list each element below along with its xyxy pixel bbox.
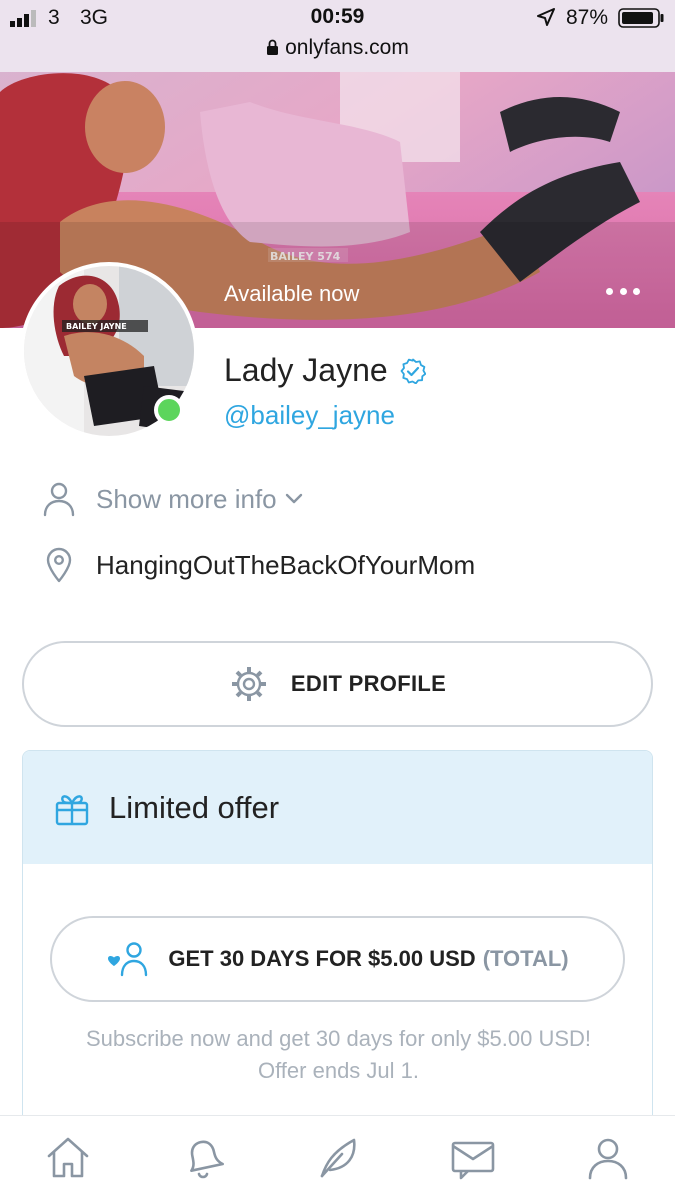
nav-profile[interactable]: [580, 1130, 636, 1186]
address-bar[interactable]: onlyfans.com: [0, 36, 675, 60]
lock-icon: [267, 39, 279, 55]
message-icon: [451, 1141, 494, 1180]
nav-messages[interactable]: [445, 1130, 501, 1186]
subscribe-offer-label: GET 30 DAYS FOR $5.00 USD: [168, 946, 476, 971]
subscribe-offer-button[interactable]: GET 30 DAYS FOR $5.00 USD (TOTAL): [50, 916, 625, 1002]
edit-profile-button[interactable]: EDIT PROFILE: [22, 641, 653, 727]
nav-home[interactable]: [40, 1130, 96, 1186]
dot-icon: [619, 287, 627, 295]
battery-percent: 87%: [566, 6, 609, 29]
home-icon: [47, 1137, 88, 1178]
location-arrow-icon: [537, 8, 555, 26]
gear-icon: [231, 667, 266, 701]
dot-icon: [606, 287, 613, 295]
limited-offer-card: Limited offer GET 30 DAYS FOR $5.00 USD …: [22, 750, 653, 1130]
profile-name-row: Lady Jayne: [224, 352, 426, 389]
availability-status: Available now: [224, 281, 360, 306]
subscribe-user-heart-icon: [108, 942, 148, 977]
offer-note: Subscribe now and get 30 days for only $…: [23, 1023, 652, 1087]
url-text: onlyfans.com: [285, 36, 409, 59]
subscribe-offer-suffix: (TOTAL): [482, 946, 569, 971]
nav-notifications[interactable]: [175, 1130, 231, 1186]
verified-check-icon: [400, 358, 426, 384]
bottom-navigation: [0, 1115, 675, 1200]
user-outline-icon: [43, 482, 75, 517]
profile-handle[interactable]: @bailey_jayne: [224, 400, 395, 431]
online-status-dot: [154, 395, 184, 425]
offer-note-line-2: Offer ends Jul 1.: [257, 1058, 419, 1083]
status-bar: 3 3G 00:59 87% onlyfans.com: [0, 0, 675, 72]
avatar-watermark: BAILEY JAYNE: [66, 322, 127, 331]
show-more-info-label: Show more info: [96, 483, 277, 514]
location-text: HangingOutTheBackOfYourMom: [96, 549, 476, 580]
show-more-info-toggle[interactable]: Show more info: [40, 480, 303, 518]
user-icon: [588, 1138, 627, 1180]
battery-icon: [618, 8, 664, 28]
more-options-button[interactable]: [606, 276, 640, 306]
bell-icon: [189, 1140, 224, 1179]
location-pin-icon: [46, 547, 72, 583]
dot-icon: [633, 287, 640, 295]
edit-profile-label: EDIT PROFILE: [290, 671, 447, 696]
offer-title: Limited offer: [109, 789, 280, 825]
gift-icon: [55, 794, 89, 825]
offer-note-line-1: Subscribe now and get 30 days for only $…: [85, 1026, 592, 1051]
profile-name: Lady Jayne: [224, 352, 388, 388]
feather-icon: [320, 1138, 356, 1178]
chevron-down-icon: [285, 493, 302, 504]
nav-new-post[interactable]: [310, 1130, 366, 1186]
offer-header: Limited offer: [23, 751, 652, 864]
location-row: HangingOutTheBackOfYourMom: [40, 546, 475, 584]
